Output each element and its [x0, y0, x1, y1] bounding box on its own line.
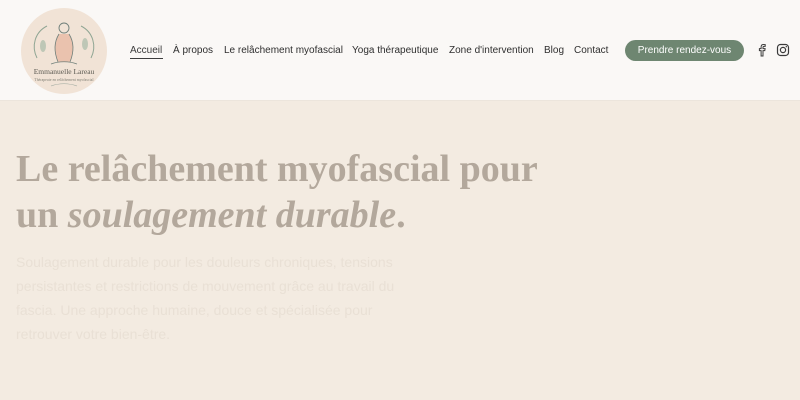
hero-title-emphasis: soulagement durable [67, 194, 397, 236]
hero-title-line1: Le relâchement myofascial pour [16, 148, 538, 190]
hero-description: Soulagement durable pour les douleurs ch… [16, 254, 395, 342]
facebook-icon[interactable] [755, 43, 769, 57]
nav-item-accueil[interactable]: Accueil [130, 44, 162, 57]
hero-title-suffix: . [396, 194, 406, 236]
nav-item-zone-intervention[interactable]: Zone d'intervention [449, 44, 534, 57]
logo[interactable]: Emmanuelle Lareau Thérapeute en relâchem… [21, 8, 107, 94]
nav-item-yoga-therapeutique[interactable]: Yoga thérapeutique [352, 44, 438, 57]
nav-item-blog[interactable]: Blog [544, 44, 564, 57]
book-appointment-button[interactable]: Prendre rendez-vous [625, 40, 744, 61]
hero-title: Le relâchement myofascial pour un soulag… [16, 146, 576, 238]
nav-item-relachement-myofascial[interactable]: Le relâchement myofascial [224, 44, 343, 57]
logo-name: Emmanuelle Lareau [33, 67, 95, 76]
hero-title-prefix: un [16, 194, 68, 236]
logo-tagline: Thérapeute en relâchement myofascial [34, 78, 94, 82]
nav-item-contact[interactable]: Contact [574, 44, 608, 57]
nav-item-a-propos[interactable]: À propos [173, 44, 213, 57]
active-nav-underline [130, 58, 163, 59]
instagram-icon[interactable] [776, 43, 790, 57]
site-header: Emmanuelle Lareau Thérapeute en relâchem… [0, 0, 800, 101]
